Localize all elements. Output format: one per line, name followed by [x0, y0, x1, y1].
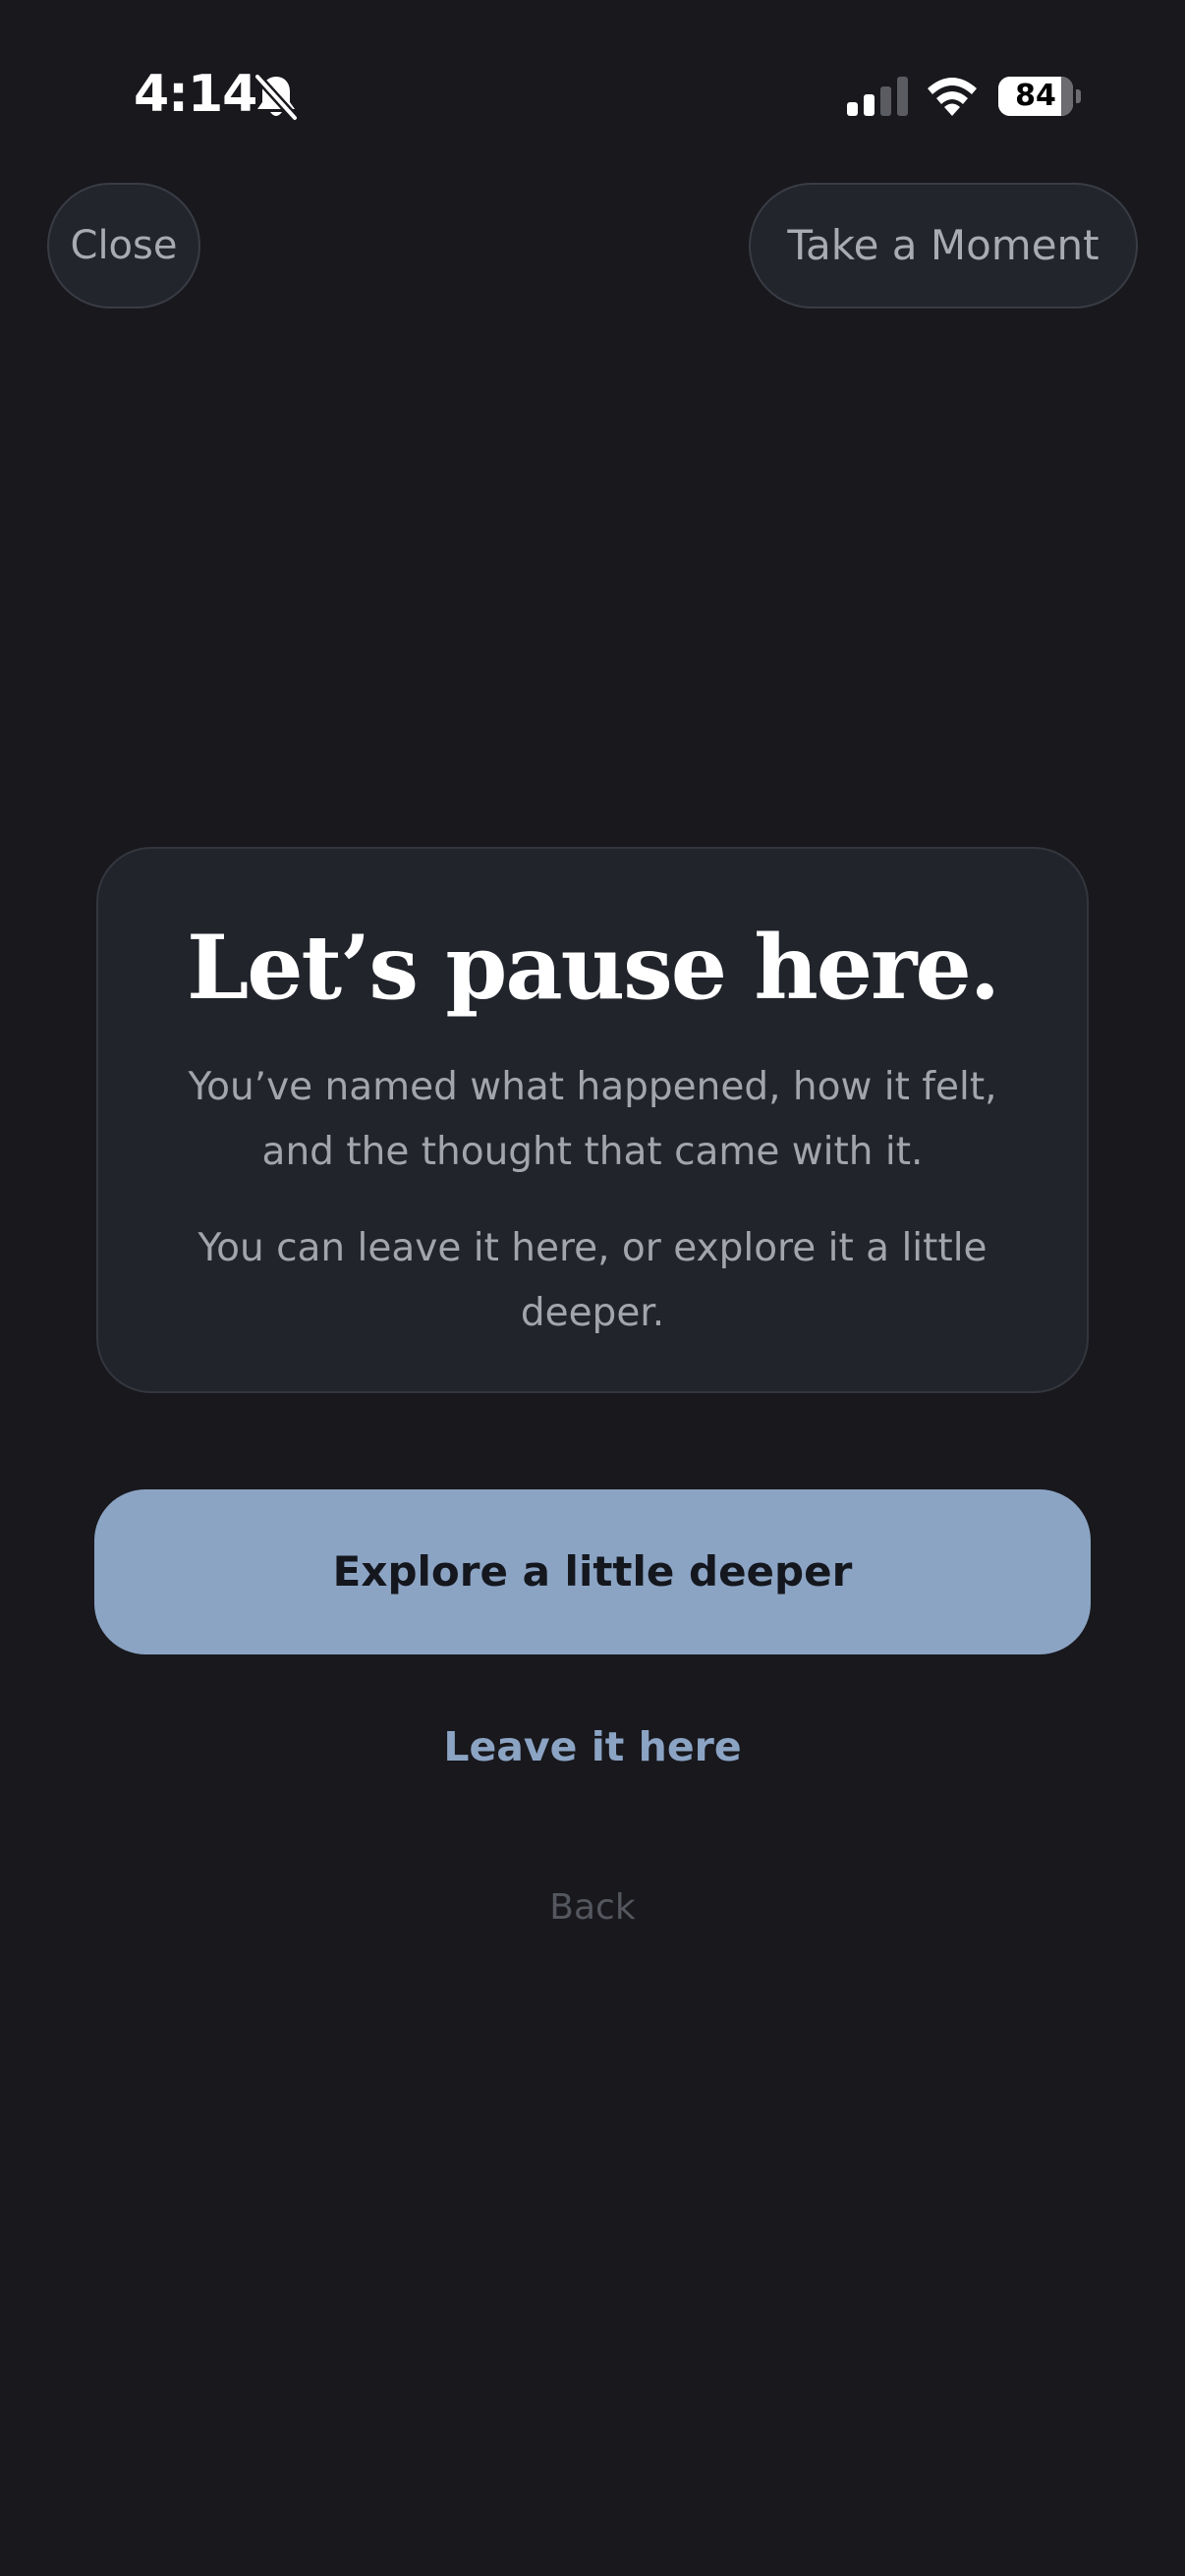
- card-paragraph-summary: You’ve named what happened, how it felt,…: [188, 1065, 997, 1174]
- bell-slash-icon: [254, 73, 299, 122]
- pause-card: Let’s pause here. You’ve named what happ…: [96, 847, 1089, 1393]
- battery-body: 84: [998, 77, 1073, 116]
- status-bar: 4:14 84: [0, 0, 1185, 187]
- wifi-icon: [928, 78, 977, 116]
- back-link[interactable]: Back: [445, 1878, 740, 1937]
- card-paragraph-options: You can leave it here, or explore it a l…: [198, 1226, 988, 1335]
- battery-icon: 84: [998, 77, 1081, 116]
- explore-deeper-button[interactable]: Explore a little deeper: [94, 1489, 1091, 1654]
- close-button[interactable]: Close: [47, 183, 200, 308]
- cellular-signal-icon: [847, 77, 908, 116]
- card-title: Let’s pause here.: [186, 916, 1000, 1020]
- battery-nub: [1076, 89, 1081, 103]
- screen: 4:14 84 Close Take a Moment Let’s pause …: [0, 0, 1185, 2576]
- status-time: 4:14: [134, 65, 257, 124]
- leave-it-here-link[interactable]: Leave it here: [298, 1715, 887, 1778]
- battery-level: 84: [1015, 79, 1056, 113]
- take-a-moment-button[interactable]: Take a Moment: [749, 183, 1138, 308]
